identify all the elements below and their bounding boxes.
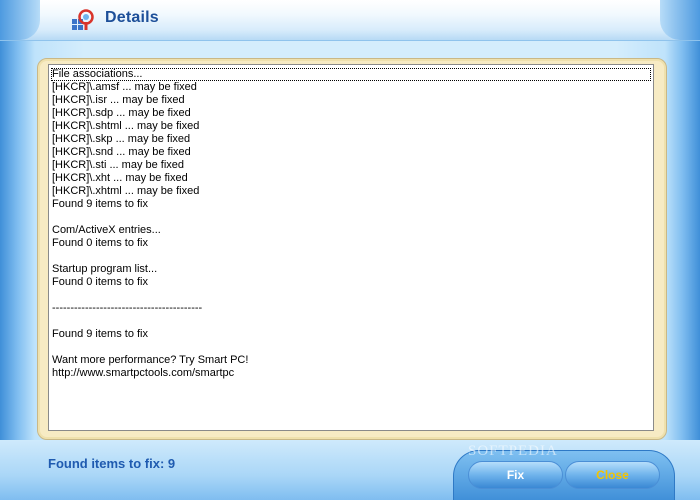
log-line[interactable]: [HKCR]\.xht ... may be fixed bbox=[51, 172, 653, 185]
details-panel: File associations... [HKCR]\.amsf ... may… bbox=[37, 58, 667, 440]
log-line[interactable]: Found 9 items to fix bbox=[51, 198, 653, 211]
log-line[interactable] bbox=[51, 250, 653, 263]
fix-button[interactable]: Fix bbox=[468, 461, 563, 489]
details-window: Details File associations... [HKCR]\.amsf… bbox=[0, 0, 700, 500]
close-button[interactable]: Close bbox=[565, 461, 660, 489]
log-line[interactable]: [HKCR]\.sdp ... may be fixed bbox=[51, 107, 653, 120]
log-line[interactable]: [HKCR]\.shtml ... may be fixed bbox=[51, 120, 653, 133]
title-bar[interactable]: Details bbox=[0, 0, 700, 41]
log-list[interactable]: File associations... [HKCR]\.amsf ... may… bbox=[48, 64, 654, 431]
log-line[interactable]: [HKCR]\.snd ... may be fixed bbox=[51, 146, 653, 159]
log-line[interactable] bbox=[51, 315, 653, 328]
log-line[interactable]: [HKCR]\.xhtml ... may be fixed bbox=[51, 185, 653, 198]
button-dock: Fix Close bbox=[453, 450, 675, 500]
log-line[interactable]: Startup program list... bbox=[51, 263, 653, 276]
log-line[interactable]: [HKCR]\.isr ... may be fixed bbox=[51, 94, 653, 107]
log-line[interactable]: Found 9 items to fix bbox=[51, 328, 653, 341]
log-line[interactable]: Found 0 items to fix bbox=[51, 276, 653, 289]
log-line[interactable]: Found 0 items to fix bbox=[51, 237, 653, 250]
log-line[interactable]: ----------------------------------------… bbox=[51, 302, 653, 315]
window-title: Details bbox=[105, 9, 159, 26]
log-line[interactable]: [HKCR]\.sti ... may be fixed bbox=[51, 159, 653, 172]
found-items-status: Found items to fix: 9 bbox=[48, 456, 176, 471]
log-line[interactable] bbox=[51, 289, 653, 302]
log-line[interactable] bbox=[51, 211, 653, 224]
tool-icon bbox=[72, 9, 94, 30]
log-line[interactable]: http://www.smartpctools.com/smartpc bbox=[51, 367, 653, 380]
log-line[interactable]: [HKCR]\.skp ... may be fixed bbox=[51, 133, 653, 146]
log-line[interactable] bbox=[51, 341, 653, 354]
log-line[interactable]: Want more performance? Try Smart PC! bbox=[51, 354, 653, 367]
log-line[interactable]: Com/ActiveX entries... bbox=[51, 224, 653, 237]
log-line[interactable]: [HKCR]\.amsf ... may be fixed bbox=[51, 81, 653, 94]
log-line[interactable]: File associations... bbox=[51, 68, 651, 81]
